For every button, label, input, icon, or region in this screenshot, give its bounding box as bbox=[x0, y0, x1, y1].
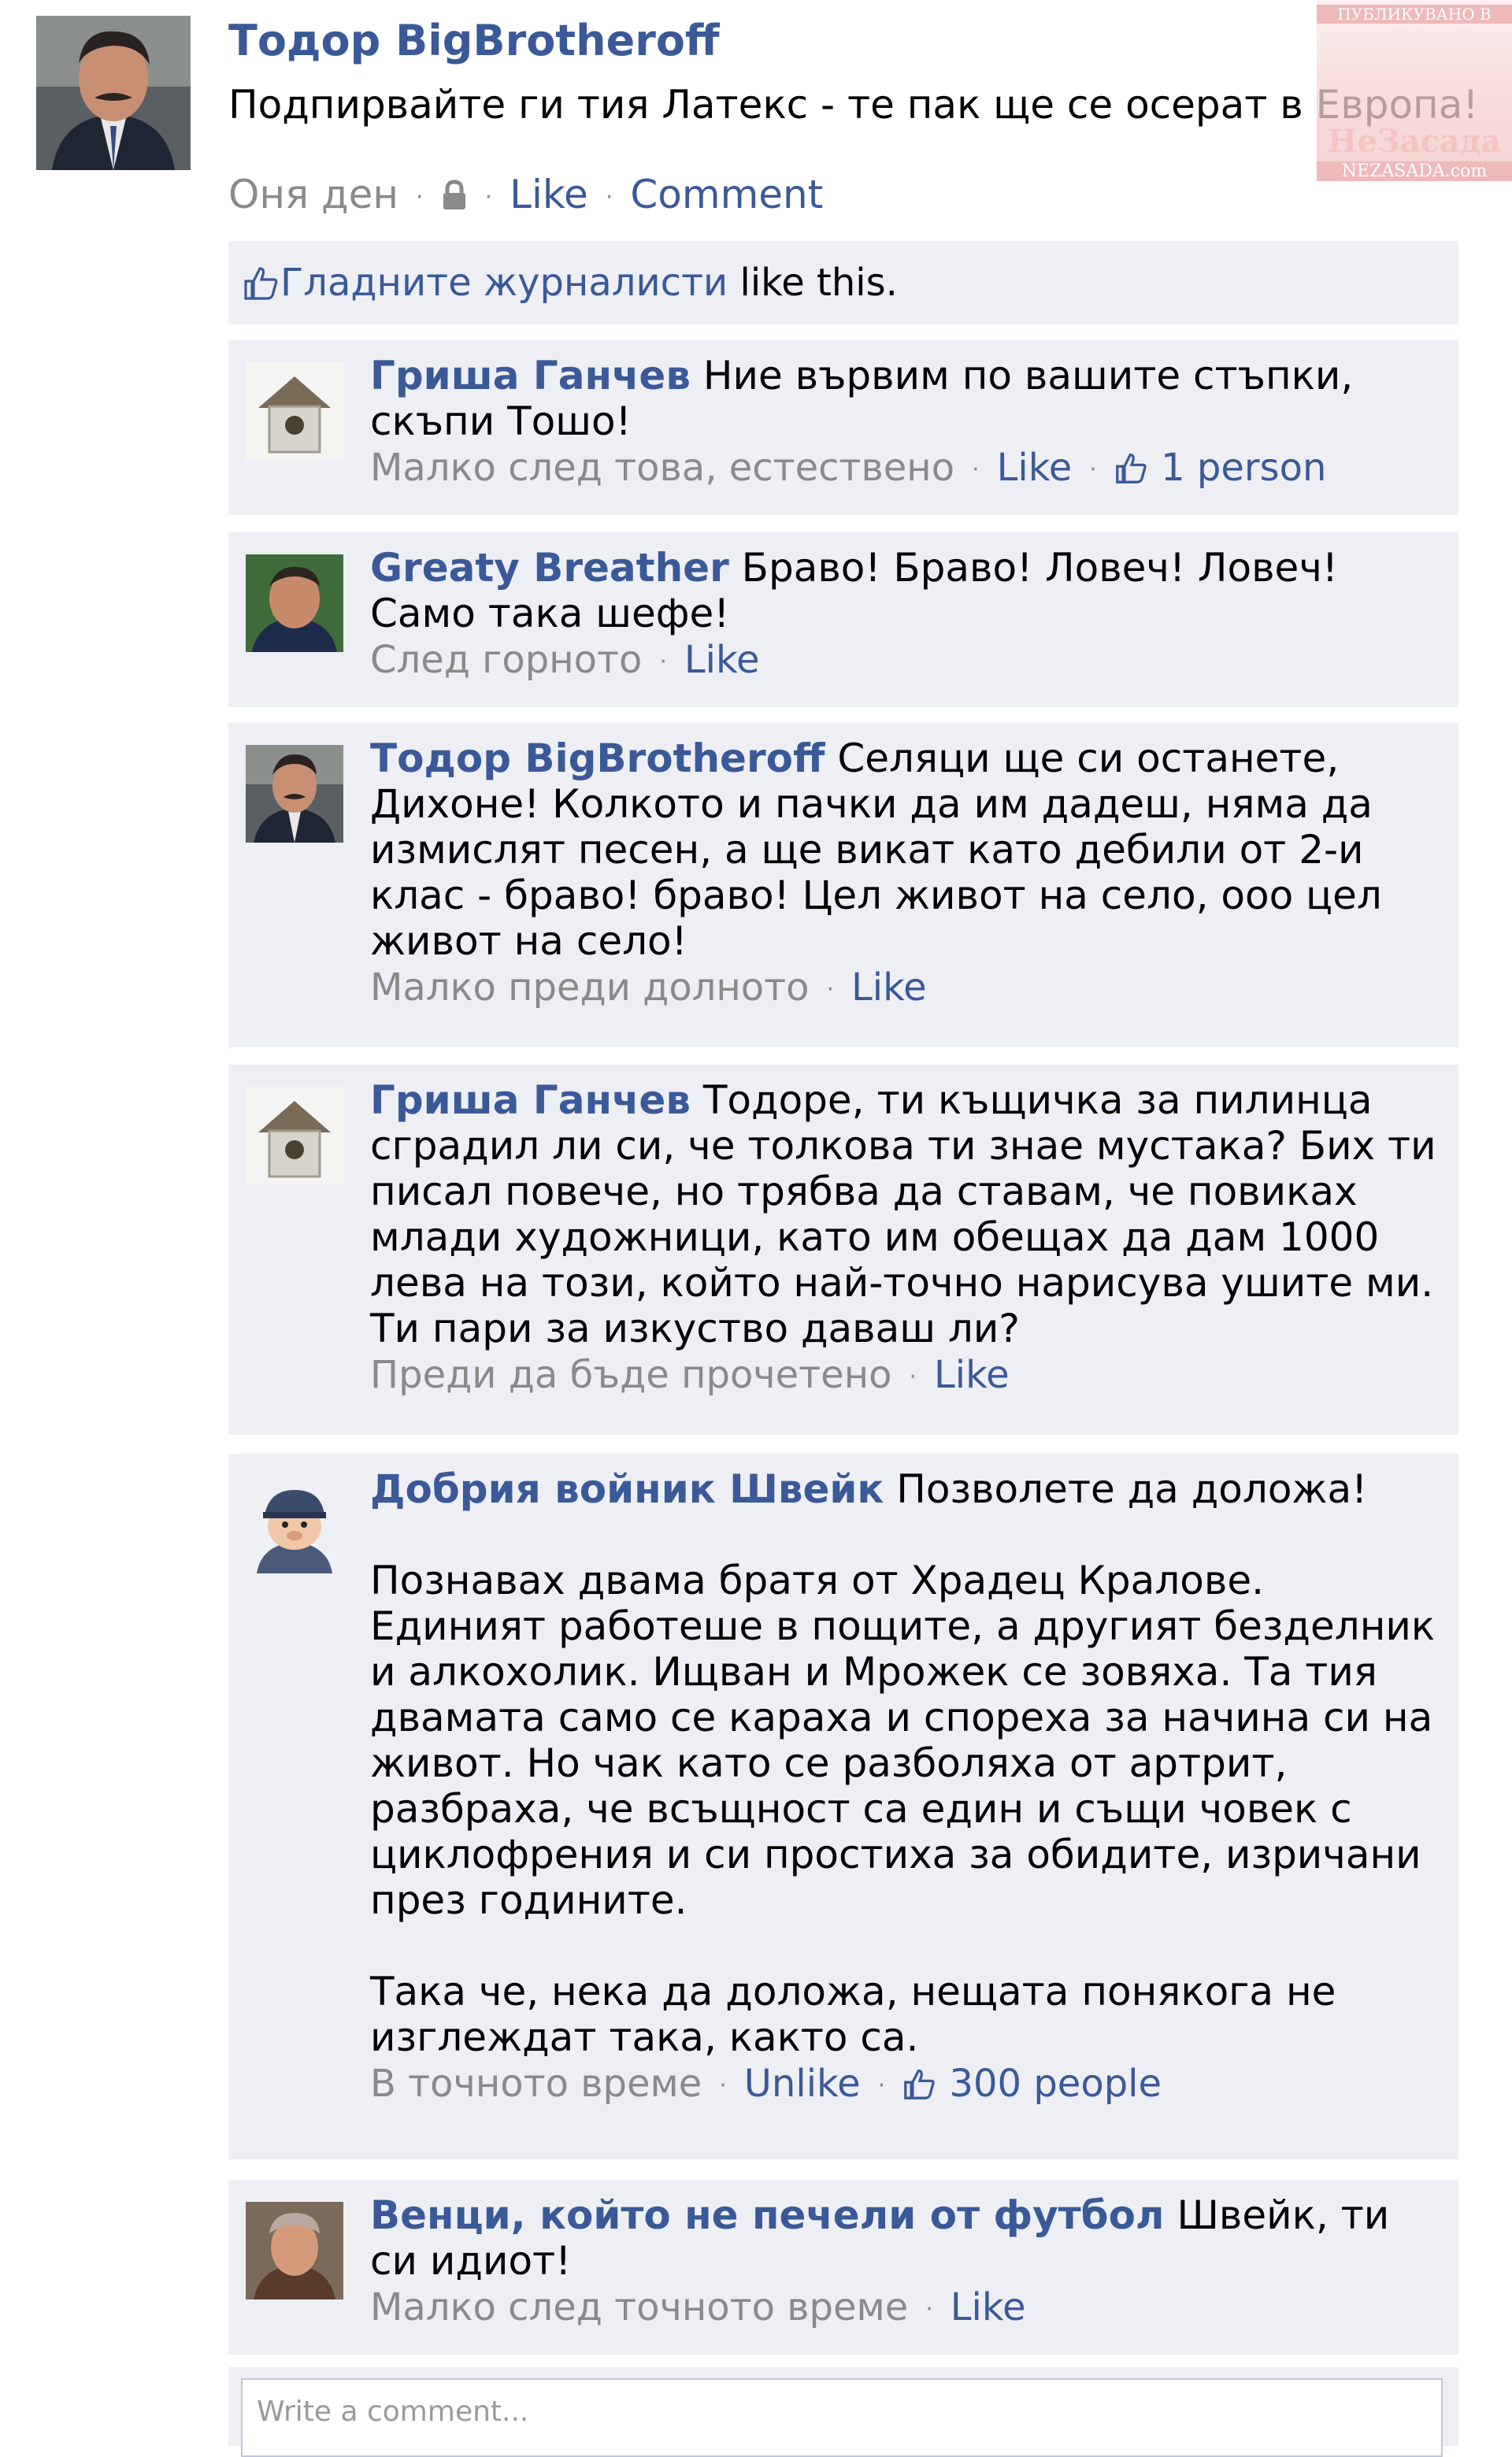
post-like-link[interactable]: Like bbox=[510, 172, 588, 217]
comment-item: Добрия войник Швейк Позволете да доложа!… bbox=[228, 1454, 1458, 2159]
separator-dot: · bbox=[909, 1363, 917, 1391]
post-comment-link[interactable]: Comment bbox=[630, 172, 823, 217]
comment-meta: Малко след това, естествено · Like · 1 pers… bbox=[370, 444, 1449, 494]
comment-paragraph: Така че, нека да доложа, нещата понякога… bbox=[370, 1969, 1336, 2060]
comment-body: Добрия войник Швейк Позволете да доложа!… bbox=[370, 1466, 1449, 2110]
comment-item: Тодор BigBrotheroff Селяци ще си останет… bbox=[228, 723, 1458, 1047]
comment-meta: Преди да бъде прочетено · Like bbox=[370, 1351, 1449, 1401]
separator-dot: · bbox=[416, 183, 424, 211]
lock-icon bbox=[441, 172, 468, 217]
comment-like-link[interactable]: Like bbox=[997, 446, 1073, 490]
post-author-avatar[interactable] bbox=[36, 16, 191, 170]
comment-like-link[interactable]: Like bbox=[934, 1353, 1010, 1397]
comment-like-link[interactable]: Like bbox=[684, 638, 760, 682]
comment-time: След горното bbox=[370, 638, 643, 682]
separator-dot: · bbox=[877, 2072, 886, 2099]
comment-time: Преди да бъде прочетено bbox=[370, 1353, 892, 1397]
comment-meta: Малко преди долното · Like bbox=[370, 964, 1449, 1014]
user-photo-avatar[interactable] bbox=[246, 554, 343, 652]
user-photo-avatar[interactable] bbox=[246, 2202, 343, 2300]
comment-author[interactable]: Гриша Ганчев bbox=[370, 1077, 691, 1123]
comment-time: В точното време bbox=[370, 2062, 702, 2106]
comment-unlike-link[interactable]: Unlike bbox=[744, 2062, 861, 2106]
post-text: Подпирвайте ги тия Латекс - те пак ще се… bbox=[228, 82, 1479, 128]
separator-dot: · bbox=[972, 456, 980, 484]
comment-item: Greaty Breather Браво! Браво! Ловеч! Лов… bbox=[228, 532, 1458, 707]
separator-dot: · bbox=[1089, 456, 1097, 484]
likes-summary: Гладните журналисти like this. bbox=[228, 241, 1458, 324]
post-time[interactable]: Оня ден bbox=[228, 172, 398, 217]
comment-item: Венци, който не печели от футбол Швейк, … bbox=[228, 2180, 1458, 2355]
thumbs-up-icon bbox=[1114, 446, 1149, 490]
comment-meta: Малко след точното време · Like bbox=[370, 2284, 1449, 2333]
comment-like-link[interactable]: Like bbox=[851, 965, 927, 1010]
comment-paragraph: Познавах двама братя от Храдец Кралове. … bbox=[370, 1558, 1436, 1923]
comment-author[interactable]: Добрия войник Швейк bbox=[370, 1466, 884, 1512]
comment-meta: В точното време · Unlike · 300 people bbox=[370, 2060, 1449, 2110]
separator-dot: · bbox=[659, 648, 667, 676]
comment-body: Гриша Ганчев Ние вървим по вашите стъпки… bbox=[370, 353, 1449, 494]
comment-item: Гриша Ганчев Ние вървим по вашите стъпки… bbox=[228, 340, 1458, 515]
comment-time: Малко преди долното bbox=[370, 965, 810, 1010]
comment-body: Гриша Ганчев Тодоре, ти къщичка за пилин… bbox=[370, 1077, 1449, 1401]
comment-body: Венци, който не печели от футбол Швейк, … bbox=[370, 2192, 1449, 2333]
birdhouse-avatar[interactable] bbox=[246, 1087, 343, 1184]
comment-item: Гриша Ганчев Тодоре, ти къщичка за пилин… bbox=[228, 1065, 1458, 1435]
comment-body: Тодор BigBrotheroff Селяци ще си останет… bbox=[370, 736, 1449, 1014]
likes-names-link[interactable]: Гладните журналисти bbox=[280, 261, 728, 305]
comment-author[interactable]: Венци, който не печели от футбол bbox=[370, 2192, 1165, 2238]
separator-dot: · bbox=[605, 183, 613, 211]
comment-likes-count[interactable]: 1 person bbox=[1161, 446, 1326, 490]
comment-body: Greaty Breather Браво! Браво! Ловеч! Лов… bbox=[370, 545, 1449, 686]
comment-likes-count[interactable]: 300 people bbox=[949, 2062, 1162, 2106]
comment-author[interactable]: Гриша Ганчев bbox=[370, 353, 691, 398]
comment-meta: След горното · Like bbox=[370, 636, 1449, 686]
likes-suffix: like this. bbox=[728, 261, 898, 305]
comment-author[interactable]: Greaty Breather bbox=[370, 545, 729, 591]
comment-like-link[interactable]: Like bbox=[951, 2285, 1026, 2329]
comment-time: Малко след точното време bbox=[370, 2285, 909, 2329]
watermark-logo: ПУБЛИКУВАНО В НеЗасада NEZASADA.com bbox=[1317, 0, 1512, 181]
separator-dot: · bbox=[484, 183, 493, 211]
comment-input[interactable]: Write a comment... bbox=[241, 2378, 1443, 2457]
user-photo-avatar[interactable] bbox=[246, 745, 343, 843]
thumbs-up-icon bbox=[243, 261, 280, 305]
cartoon-soldier-avatar[interactable] bbox=[246, 1476, 343, 1573]
separator-dot: · bbox=[719, 2072, 727, 2099]
comment-author[interactable]: Тодор BigBrotheroff bbox=[370, 736, 825, 781]
comment-time: Малко след това, естествено bbox=[370, 446, 955, 490]
separator-dot: · bbox=[925, 2296, 933, 2323]
post-author-name[interactable]: Тодор BigBrotheroff bbox=[228, 16, 720, 65]
birdhouse-avatar[interactable] bbox=[246, 362, 343, 460]
thumbs-up-icon bbox=[902, 2062, 937, 2106]
post-meta: Оня ден · · Like · Comment bbox=[228, 172, 823, 217]
comment-text: Позволете да доложа! bbox=[896, 1466, 1368, 1512]
separator-dot: · bbox=[826, 976, 835, 1003]
